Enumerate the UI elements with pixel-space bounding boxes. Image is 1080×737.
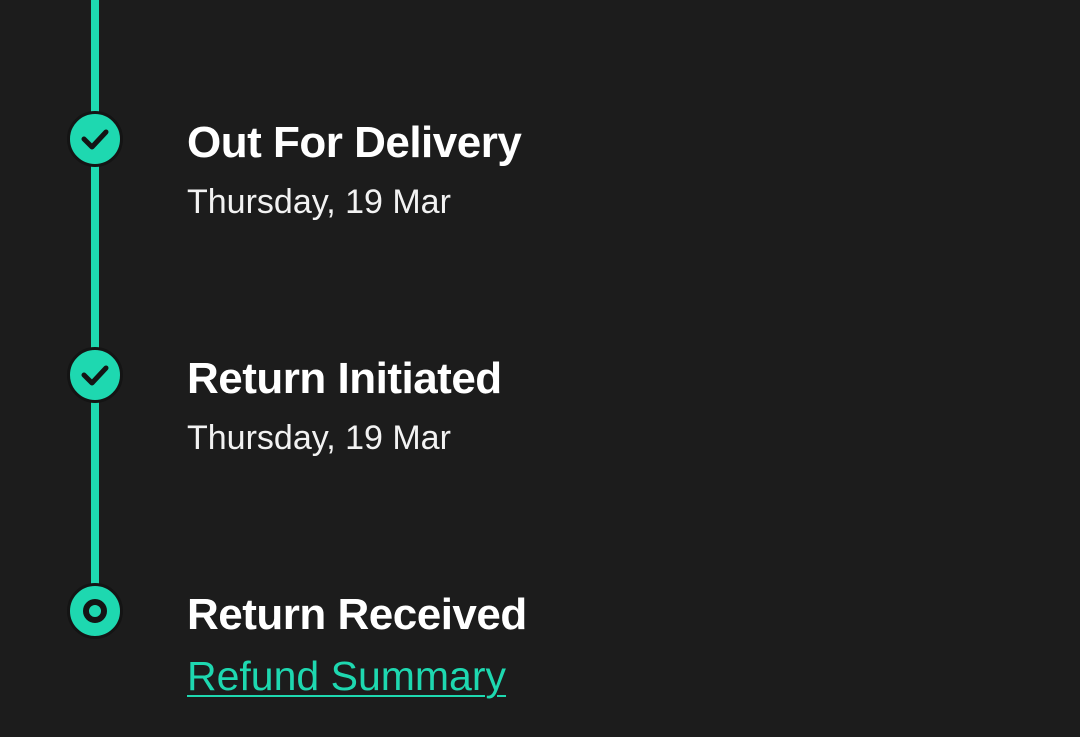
check-circle-icon <box>67 347 123 403</box>
timeline-connector <box>91 166 99 348</box>
current-step-dot-icon <box>67 583 123 639</box>
step-date: Thursday, 19 Mar <box>187 419 451 457</box>
step-date: Thursday, 19 Mar <box>187 183 451 221</box>
step-title: Out For Delivery <box>187 118 522 167</box>
refund-summary-link[interactable]: Refund Summary <box>187 656 506 697</box>
step-title: Return Received <box>187 590 527 639</box>
check-circle-icon <box>67 111 123 167</box>
step-title: Return Initiated <box>187 354 502 403</box>
timeline-connector <box>91 402 99 584</box>
timeline-connector <box>91 0 99 112</box>
